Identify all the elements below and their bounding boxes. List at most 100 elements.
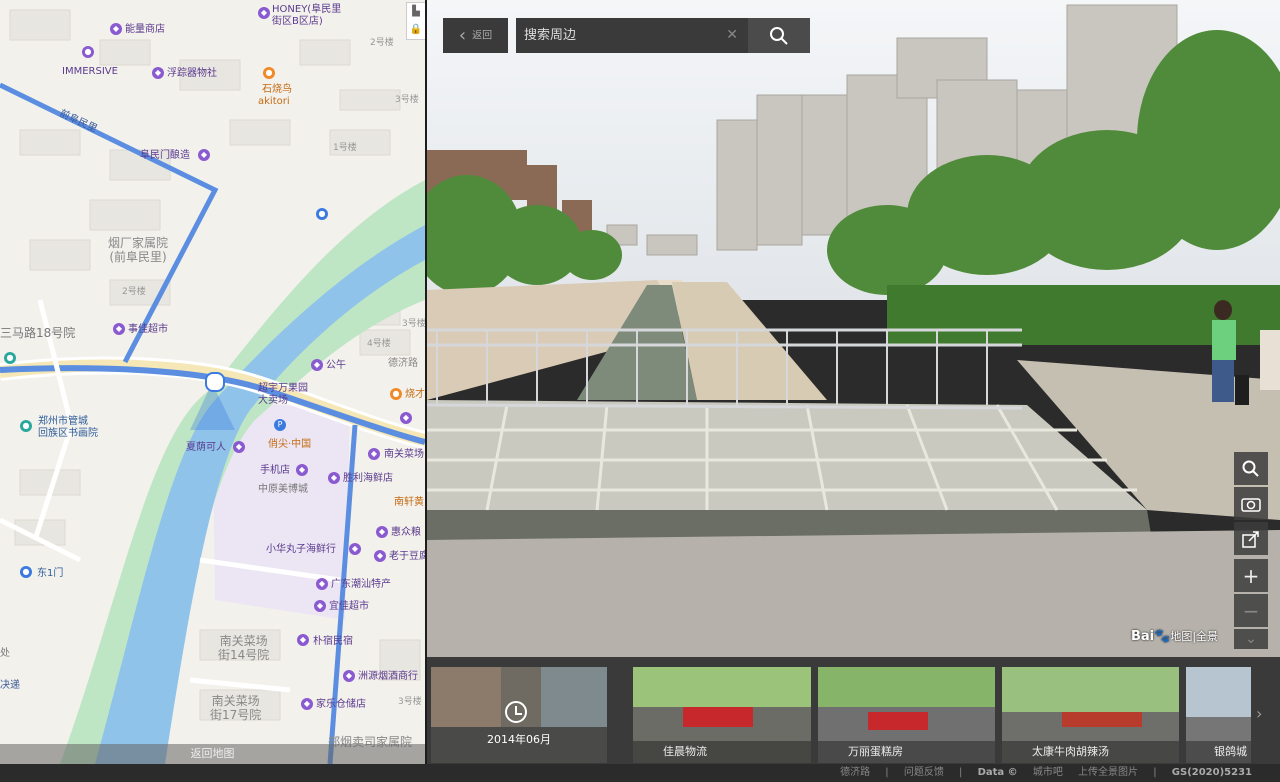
poi-puzhi[interactable]: 朴宿民宿 xyxy=(313,636,353,648)
building-label: 3号楼 xyxy=(395,95,419,105)
poi-fuzong[interactable]: 浮踪器物社 xyxy=(167,68,217,80)
poi-xiaohua[interactable]: 小华丸子海鲜行 xyxy=(266,544,336,556)
food-icon: ● xyxy=(263,67,275,79)
building-label: 3号楼 xyxy=(398,697,422,707)
license-number: GS(2020)5231 xyxy=(1171,767,1252,778)
poi-guangdong[interactable]: 广东潮汕特产 xyxy=(331,579,391,591)
area-nanguan17[interactable]: 南关菜场 街17号院 xyxy=(210,694,261,722)
zoom-in-button[interactable]: + xyxy=(1234,559,1268,592)
right-toolbar: + − ⌄ xyxy=(1234,452,1268,651)
zoom-out-button[interactable]: − xyxy=(1234,594,1268,627)
panorama-view[interactable]: Bai🐾地图|全景 xyxy=(427,0,1280,657)
poi-jue: 决递 xyxy=(0,680,20,691)
poi-chu: 处 xyxy=(0,648,10,659)
collapse-button[interactable]: ⌄ xyxy=(1234,629,1268,649)
footer: 德济路 | 问题反馈 | Data © 城市吧 上传全景图片 | GS(2020… xyxy=(0,764,1280,782)
poi-honey[interactable]: HONEY(阜民里 街区B区店) xyxy=(272,4,341,28)
poi-zhouyuan[interactable]: 洲源烟酒商行 xyxy=(358,671,418,683)
search-button[interactable] xyxy=(748,18,810,53)
lock-icon[interactable]: 🔒 xyxy=(407,21,425,39)
poi-zhongyuan[interactable]: 中原美博城 xyxy=(258,484,308,496)
poi-nanguan-cai[interactable]: 南关菜场 xyxy=(384,449,424,461)
search-input[interactable]: 搜索周边 ✕ xyxy=(516,18,748,53)
gate-icon: ● xyxy=(20,566,32,578)
screenshot-button[interactable] xyxy=(1234,487,1268,520)
poi-xiao[interactable]: 烧才 xyxy=(405,389,425,401)
search-tool-button[interactable] xyxy=(1234,452,1268,485)
nearby-thumbnail[interactable]: 太康牛肉胡辣汤 xyxy=(1002,667,1179,763)
hotel-icon: ◆ xyxy=(297,634,309,646)
game-icon: ● xyxy=(82,46,94,58)
data-credit: Data © xyxy=(977,767,1018,778)
footer-separator: | xyxy=(959,767,963,778)
area-malu[interactable]: 三马路18号院 xyxy=(0,327,75,339)
area-yanchang[interactable]: 烟厂家属院 (前阜民里) xyxy=(108,236,168,264)
poi-yijia[interactable]: 宜佳超市 xyxy=(329,601,369,613)
close-icon[interactable]: ✕ xyxy=(726,18,738,53)
poi-gonggu[interactable]: 公午 xyxy=(326,360,346,372)
shop-icon: ◆ xyxy=(301,698,313,710)
chevron-right-icon[interactable]: › xyxy=(1256,704,1262,723)
history-thumbnail[interactable]: 2014年06月 xyxy=(431,667,607,763)
area-nanguan14[interactable]: 南关菜场 街14号院 xyxy=(218,634,269,662)
toilet-icon: ● xyxy=(316,208,328,220)
nearby-thumbnail[interactable]: 万丽蛋糕房 xyxy=(818,667,995,763)
place-icon: ● xyxy=(20,420,32,432)
poi-xiameng[interactable]: 夏荫可人 xyxy=(186,442,226,454)
food-icon: ● xyxy=(390,388,402,400)
back-button[interactable]: ‹ 返回 xyxy=(443,18,508,53)
location-marker[interactable] xyxy=(205,372,225,392)
layers-icon[interactable]: ▙ xyxy=(407,3,425,21)
poi-chaoyu[interactable]: 超宇万果园 大卖场 xyxy=(258,383,308,407)
nearby-thumbnail[interactable]: 佳晨物流 xyxy=(633,667,811,763)
chevron-left-icon: ‹ xyxy=(458,25,467,46)
poi-nanxuan[interactable]: 南轩黄 xyxy=(394,497,424,509)
poi-beijian[interactable]: 俏尖·中国 xyxy=(268,439,311,451)
poi-laoyu[interactable]: 老于豆腐 xyxy=(389,551,425,563)
shop-icon: ◆ xyxy=(113,323,125,335)
shop-icon: ◆ xyxy=(296,464,308,476)
nearby-thumbnail[interactable]: 银鸽城 xyxy=(1186,667,1251,763)
poi-shengli[interactable]: 胜利海鲜店 xyxy=(343,473,393,485)
parking-icon: P xyxy=(274,419,286,431)
poi-huizhong[interactable]: 惠众粮 xyxy=(391,527,421,539)
shop-icon: ◆ xyxy=(400,412,412,424)
shop-icon: ◆ xyxy=(328,472,340,484)
panorama-scene[interactable] xyxy=(427,0,1280,657)
building-label: 2号楼 xyxy=(370,38,394,48)
upload-link[interactable]: 上传全景图片 xyxy=(1078,767,1138,778)
poi-zhengzhou[interactable]: 郑州市管城 回族区书画院 xyxy=(38,416,98,440)
shop-icon: ◆ xyxy=(311,359,323,371)
shop-icon: ◆ xyxy=(198,149,210,161)
share-button[interactable] xyxy=(1234,522,1268,555)
poi-dongyimen[interactable]: 东1门 xyxy=(37,568,63,580)
poi-fuminmen[interactable]: 阜民门酿造 xyxy=(140,150,190,162)
footer-separator: | xyxy=(1153,767,1157,778)
poi-immersive[interactable]: IMMERSIVE xyxy=(62,66,118,78)
search-icon xyxy=(770,26,788,45)
footer-separator: | xyxy=(885,767,889,778)
place-icon: ● xyxy=(4,352,16,364)
poi-shouji[interactable]: 手机店 xyxy=(260,465,290,477)
thumbnail-caption: 银鸽城 xyxy=(1186,741,1251,763)
thumbnail-caption: 万丽蛋糕房 xyxy=(818,741,995,763)
clock-icon xyxy=(505,701,527,723)
shop-icon: ◆ xyxy=(343,670,355,682)
poi-jiangkang[interactable]: 事佳超市 xyxy=(128,324,168,336)
shop-icon: ◆ xyxy=(258,7,270,19)
street-deji: 德济路 xyxy=(388,358,418,369)
share-icon xyxy=(1242,530,1259,548)
poi-nengliang[interactable]: 能量商店 xyxy=(125,24,165,36)
feedback-link[interactable]: 问题反馈 xyxy=(904,767,944,778)
city-link[interactable]: 城市吧 xyxy=(1033,767,1063,778)
shop-icon: ◆ xyxy=(152,67,164,79)
chevron-down-icon: ⌄ xyxy=(1245,631,1257,647)
building-label: 4号楼 xyxy=(367,339,391,349)
camera-icon xyxy=(1241,497,1261,512)
map-panel[interactable]: ◆ HONEY(阜民里 街区B区店) ◆ 能量商店 ● IMMERSIVE ◆ … xyxy=(0,0,425,764)
baidu-logo: Bai🐾地图|全景 xyxy=(1131,629,1219,644)
poi-shishaoniao[interactable]: 石烧鸟 xyxy=(262,84,292,96)
poi-jiale[interactable]: 家乐仓储店 xyxy=(316,699,366,711)
thumbnail-strip: 2014年06月 佳晨物流 万丽蛋糕房 太康牛肉胡辣汤 银鸽城 xyxy=(427,657,1280,764)
back-to-map-button[interactable]: 返回地图 xyxy=(0,744,425,764)
